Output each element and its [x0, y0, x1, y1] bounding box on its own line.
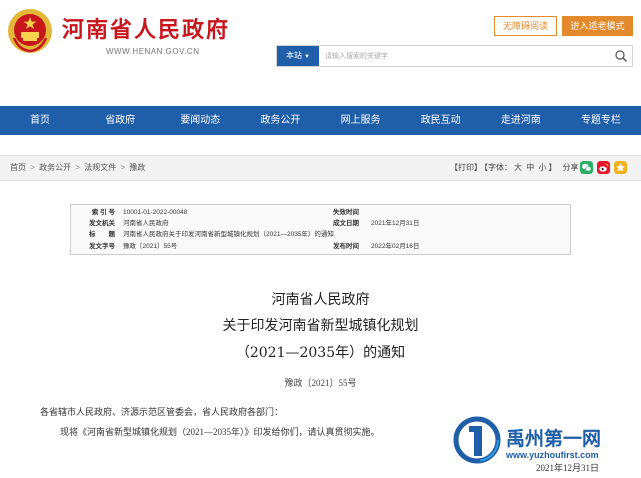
font-small-button[interactable]: 小 — [538, 163, 546, 172]
article-doc-number: 豫政〔2021〕55号 — [284, 378, 357, 388]
breadcrumb-government-affairs[interactable]: 政务公开 — [39, 163, 71, 172]
published-date-value: 2022年02月16日 — [371, 243, 420, 250]
nav-item-provincial-government[interactable]: 省政府 — [80, 106, 160, 135]
doc-number-value: 豫政〔2021〕55号 — [123, 243, 178, 250]
site-title[interactable]: 河南省人民政府 — [62, 12, 230, 44]
breadcrumb: 首页 > 政务公开 > 法规文件 > 豫政 — [10, 156, 145, 180]
info-row: 发文字号 豫政〔2021〕55号 发布时间 2022年02月16日 — [71, 241, 570, 253]
breadcrumb-separator: > — [30, 163, 35, 172]
nav-item-home[interactable]: 首页 — [0, 106, 80, 135]
search-input[interactable] — [325, 46, 605, 66]
nav-item-special-topics[interactable]: 专题专栏 — [561, 106, 641, 135]
breadcrumb-home[interactable]: 首页 — [10, 163, 26, 172]
font-size-suffix: 】 — [548, 163, 557, 172]
nav-item-interaction[interactable]: 政民互动 — [401, 106, 481, 135]
article-body: 现将《河南省新型城镇化规划（2021—2035年）》印发给你们，请认真贯彻实施。 — [60, 427, 380, 437]
nav-item-online-services[interactable]: 网上服务 — [321, 106, 401, 135]
nav-item-news[interactable]: 要闻动态 — [160, 106, 240, 135]
watermark-name: 禹州第一网 — [506, 428, 602, 450]
doc-number-label: 发文字号 — [89, 243, 115, 250]
font-medium-button[interactable]: 中 — [526, 163, 534, 172]
published-date-label: 发布时间 — [333, 243, 359, 250]
breadcrumb-yuzheng[interactable]: 豫政 — [129, 163, 145, 172]
search-scope-label: 本站 — [286, 51, 303, 60]
breadcrumb-separator: > — [75, 163, 81, 172]
title-value: 河南省人民政府关于印发河南省新型城镇化规划（2021—2035年）的通知 — [123, 231, 334, 238]
share-icons — [580, 161, 627, 174]
search-box: 本站 ▼ — [276, 45, 633, 67]
breadcrumb-bar: 首页 > 政务公开 > 法规文件 > 豫政 【打印】 【字体：大 中 小】分享： — [0, 155, 641, 181]
breadcrumb-separator: > — [120, 163, 126, 172]
site-header: 河南省人民政府 WWW.HENAN.GOV.CN 无障碍阅读 进入适老模式 本站… — [0, 0, 641, 106]
document-info-table: 索 引 号 10001-01-2022-00048 失效时间 发文机关 河南省人… — [70, 204, 571, 255]
breadcrumb-regulations[interactable]: 法规文件 — [84, 163, 116, 172]
article-salutation: 各省辖市人民政府、济源示范区管委会，省人民政府各部门： — [40, 407, 284, 417]
info-row: 标 题 河南省人民政府关于印发河南省新型城镇化规划（2021—2035年）的通知 — [71, 229, 570, 241]
page-tools: 【打印】 【字体：大 中 小】分享： — [450, 156, 588, 180]
title-label: 标 题 — [89, 231, 115, 238]
search-icon[interactable] — [614, 49, 628, 63]
nav-item-about-henan[interactable]: 走进河南 — [481, 106, 561, 135]
wechat-icon[interactable] — [580, 161, 593, 174]
chevron-down-icon: ▼ — [304, 54, 310, 60]
main-nav: 首页 省政府 要闻动态 政务公开 网上服务 政民互动 走进河南 专题专栏 — [0, 106, 641, 135]
nav-item-government-affairs[interactable]: 政务公开 — [240, 106, 320, 135]
font-large-button[interactable]: 大 — [514, 163, 522, 172]
article-title-line-1: 河南省人民政府 — [271, 292, 370, 308]
watermark-logo-icon — [453, 416, 501, 464]
site-url: WWW.HENAN.GOV.CN — [106, 47, 200, 56]
print-button[interactable]: 【打印】 — [450, 163, 482, 172]
article-title-line-2: 关于印发河南省新型城镇化规划 — [222, 318, 419, 334]
weibo-icon[interactable] — [597, 161, 610, 174]
accessible-reading-button[interactable]: 无障碍阅读 — [494, 16, 557, 36]
article-title-line-3: （2021—2035年）的通知 — [235, 345, 406, 361]
font-size-prefix: 【字体： — [484, 163, 512, 172]
elder-mode-button[interactable]: 进入适老模式 — [562, 16, 633, 36]
search-scope-select[interactable]: 本站 ▼ — [277, 46, 319, 66]
national-emblem-icon[interactable] — [7, 8, 53, 54]
star-icon[interactable] — [614, 161, 627, 174]
watermark-url: www.yuzhoufirst.com — [506, 450, 599, 460]
watermark: 禹州第一网 www.yuzhoufirst.com — [452, 414, 641, 464]
